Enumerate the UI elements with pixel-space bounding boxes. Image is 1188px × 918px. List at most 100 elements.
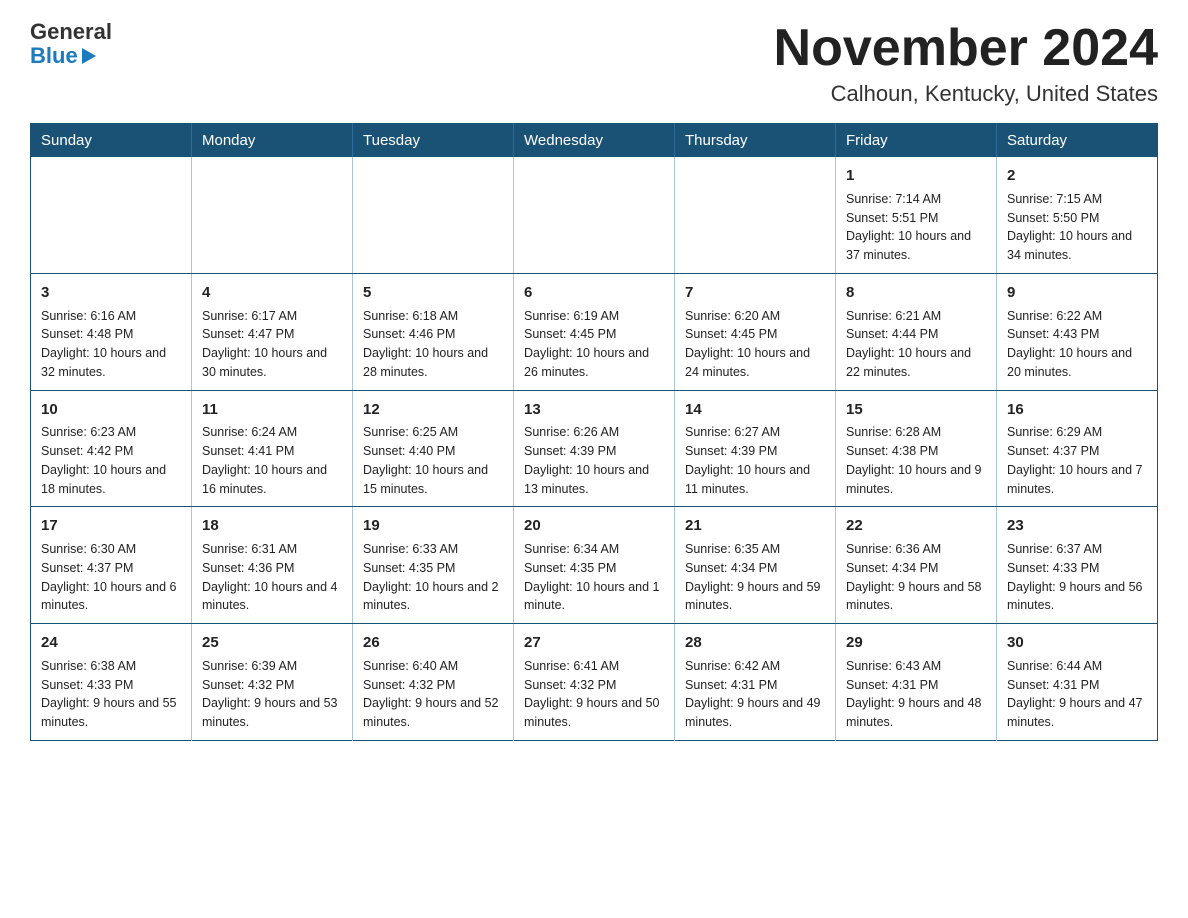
- calendar-cell: 2 Sunrise: 7:15 AM Sunset: 5:50 PM Daylig…: [997, 157, 1158, 273]
- calendar-cell: 20 Sunrise: 6:34 AM Sunset: 4:35 PM Dayli…: [514, 507, 675, 624]
- calendar-cell: [353, 157, 514, 273]
- calendar-cell: 14Sunrise: 6:27 AM Sunset: 4:39 PM Dayli…: [675, 390, 836, 507]
- calendar-week-1: 1 Sunrise: 7:14 AM Sunset: 5:51 PM Daylig…: [31, 157, 1158, 273]
- day-number: 20: [524, 515, 664, 537]
- calendar-cell: 1 Sunrise: 7:14 AM Sunset: 5:51 PM Daylig…: [836, 157, 997, 273]
- day-info: Sunrise: 6:33 AM Sunset: 4:35 PM Dayligh…: [363, 540, 503, 615]
- calendar-cell: [675, 157, 836, 273]
- day-number: 30: [1007, 632, 1147, 654]
- day-info: Sunrise: 6:39 AM Sunset: 4:32 PM Dayligh…: [202, 657, 342, 732]
- logo-general: General: [30, 20, 112, 44]
- day-info: Sunrise: 6:23 AM Sunset: 4:42 PM Dayligh…: [41, 423, 181, 498]
- calendar-cell: 8Sunrise: 6:21 AM Sunset: 4:44 PM Daylig…: [836, 273, 997, 390]
- day-number: 10: [41, 399, 181, 421]
- calendar-cell: 5Sunrise: 6:18 AM Sunset: 4:46 PM Daylig…: [353, 273, 514, 390]
- day-number: 19: [363, 515, 503, 537]
- day-info: Sunrise: 6:25 AM Sunset: 4:40 PM Dayligh…: [363, 423, 503, 498]
- day-info: Sunrise: 7:15 AM Sunset: 5:50 PM Dayligh…: [1007, 190, 1147, 265]
- calendar-cell: 18 Sunrise: 6:31 AM Sunset: 4:36 PM Dayli…: [192, 507, 353, 624]
- calendar-cell: 24 Sunrise: 6:38 AM Sunset: 4:33 PM Dayli…: [31, 624, 192, 741]
- day-info: Sunrise: 6:24 AM Sunset: 4:41 PM Dayligh…: [202, 423, 342, 498]
- calendar-cell: 29 Sunrise: 6:43 AM Sunset: 4:31 PM Dayli…: [836, 624, 997, 741]
- calendar-week-5: 24 Sunrise: 6:38 AM Sunset: 4:33 PM Dayli…: [31, 624, 1158, 741]
- col-header-saturday: Saturday: [997, 124, 1158, 158]
- day-number: 11: [202, 399, 342, 421]
- day-info: Sunrise: 6:43 AM Sunset: 4:31 PM Dayligh…: [846, 657, 986, 732]
- page-header: General Blue November 2024 Calhoun, Kent…: [30, 20, 1158, 107]
- day-info: Sunrise: 6:28 AM Sunset: 4:38 PM Dayligh…: [846, 423, 986, 498]
- calendar-cell: 7 Sunrise: 6:20 AM Sunset: 4:45 PM Daylig…: [675, 273, 836, 390]
- day-info: Sunrise: 6:37 AM Sunset: 4:33 PM Dayligh…: [1007, 540, 1147, 615]
- calendar-cell: 28Sunrise: 6:42 AM Sunset: 4:31 PM Dayli…: [675, 624, 836, 741]
- calendar-header-row: SundayMondayTuesdayWednesdayThursdayFrid…: [31, 124, 1158, 158]
- day-info: Sunrise: 6:21 AM Sunset: 4:44 PM Dayligh…: [846, 307, 986, 382]
- logo-blue: Blue: [30, 44, 78, 68]
- day-info: Sunrise: 6:38 AM Sunset: 4:33 PM Dayligh…: [41, 657, 181, 732]
- day-number: 12: [363, 399, 503, 421]
- day-info: Sunrise: 6:19 AM Sunset: 4:45 PM Dayligh…: [524, 307, 664, 382]
- day-number: 7: [685, 282, 825, 304]
- col-header-sunday: Sunday: [31, 124, 192, 158]
- day-number: 25: [202, 632, 342, 654]
- day-info: Sunrise: 6:18 AM Sunset: 4:46 PM Dayligh…: [363, 307, 503, 382]
- day-number: 29: [846, 632, 986, 654]
- day-number: 4: [202, 282, 342, 304]
- col-header-thursday: Thursday: [675, 124, 836, 158]
- day-number: 1: [846, 165, 986, 187]
- day-number: 15: [846, 399, 986, 421]
- day-number: 18: [202, 515, 342, 537]
- calendar-cell: 12Sunrise: 6:25 AM Sunset: 4:40 PM Dayli…: [353, 390, 514, 507]
- calendar-cell: 3 Sunrise: 6:16 AM Sunset: 4:48 PM Daylig…: [31, 273, 192, 390]
- calendar-cell: 26 Sunrise: 6:40 AM Sunset: 4:32 PM Dayli…: [353, 624, 514, 741]
- calendar-cell: [514, 157, 675, 273]
- day-info: Sunrise: 6:36 AM Sunset: 4:34 PM Dayligh…: [846, 540, 986, 615]
- day-info: Sunrise: 6:16 AM Sunset: 4:48 PM Dayligh…: [41, 307, 181, 382]
- day-number: 2: [1007, 165, 1147, 187]
- day-number: 17: [41, 515, 181, 537]
- day-number: 3: [41, 282, 181, 304]
- day-info: Sunrise: 6:17 AM Sunset: 4:47 PM Dayligh…: [202, 307, 342, 382]
- day-number: 6: [524, 282, 664, 304]
- calendar-cell: 13Sunrise: 6:26 AM Sunset: 4:39 PM Dayli…: [514, 390, 675, 507]
- day-info: Sunrise: 6:26 AM Sunset: 4:39 PM Dayligh…: [524, 423, 664, 498]
- day-number: 27: [524, 632, 664, 654]
- day-info: Sunrise: 6:22 AM Sunset: 4:43 PM Dayligh…: [1007, 307, 1147, 382]
- col-header-wednesday: Wednesday: [514, 124, 675, 158]
- day-info: Sunrise: 6:35 AM Sunset: 4:34 PM Dayligh…: [685, 540, 825, 615]
- day-number: 26: [363, 632, 503, 654]
- logo: General Blue: [30, 20, 112, 68]
- day-info: Sunrise: 7:14 AM Sunset: 5:51 PM Dayligh…: [846, 190, 986, 265]
- location-label: Calhoun, Kentucky, United States: [774, 81, 1158, 107]
- day-info: Sunrise: 6:29 AM Sunset: 4:37 PM Dayligh…: [1007, 423, 1147, 498]
- day-number: 24: [41, 632, 181, 654]
- calendar-cell: 19 Sunrise: 6:33 AM Sunset: 4:35 PM Dayli…: [353, 507, 514, 624]
- calendar-cell: 4 Sunrise: 6:17 AM Sunset: 4:47 PM Daylig…: [192, 273, 353, 390]
- day-number: 9: [1007, 282, 1147, 304]
- day-info: Sunrise: 6:30 AM Sunset: 4:37 PM Dayligh…: [41, 540, 181, 615]
- day-number: 14: [685, 399, 825, 421]
- day-info: Sunrise: 6:27 AM Sunset: 4:39 PM Dayligh…: [685, 423, 825, 498]
- month-title: November 2024: [774, 20, 1158, 77]
- day-number: 28: [685, 632, 825, 654]
- day-number: 23: [1007, 515, 1147, 537]
- calendar-cell: 9 Sunrise: 6:22 AM Sunset: 4:43 PM Daylig…: [997, 273, 1158, 390]
- logo-arrow-icon: [82, 48, 96, 64]
- calendar-cell: 27 Sunrise: 6:41 AM Sunset: 4:32 PM Dayli…: [514, 624, 675, 741]
- col-header-tuesday: Tuesday: [353, 124, 514, 158]
- col-header-monday: Monday: [192, 124, 353, 158]
- day-number: 22: [846, 515, 986, 537]
- calendar-cell: 17 Sunrise: 6:30 AM Sunset: 4:37 PM Dayli…: [31, 507, 192, 624]
- calendar-cell: 22 Sunrise: 6:36 AM Sunset: 4:34 PM Dayli…: [836, 507, 997, 624]
- calendar-cell: 23 Sunrise: 6:37 AM Sunset: 4:33 PM Dayli…: [997, 507, 1158, 624]
- day-info: Sunrise: 6:20 AM Sunset: 4:45 PM Dayligh…: [685, 307, 825, 382]
- day-info: Sunrise: 6:34 AM Sunset: 4:35 PM Dayligh…: [524, 540, 664, 615]
- day-info: Sunrise: 6:40 AM Sunset: 4:32 PM Dayligh…: [363, 657, 503, 732]
- calendar-cell: 16Sunrise: 6:29 AM Sunset: 4:37 PM Dayli…: [997, 390, 1158, 507]
- calendar-cell: 10Sunrise: 6:23 AM Sunset: 4:42 PM Dayli…: [31, 390, 192, 507]
- day-info: Sunrise: 6:31 AM Sunset: 4:36 PM Dayligh…: [202, 540, 342, 615]
- day-number: 21: [685, 515, 825, 537]
- day-number: 13: [524, 399, 664, 421]
- col-header-friday: Friday: [836, 124, 997, 158]
- day-info: Sunrise: 6:41 AM Sunset: 4:32 PM Dayligh…: [524, 657, 664, 732]
- calendar-cell: 15Sunrise: 6:28 AM Sunset: 4:38 PM Dayli…: [836, 390, 997, 507]
